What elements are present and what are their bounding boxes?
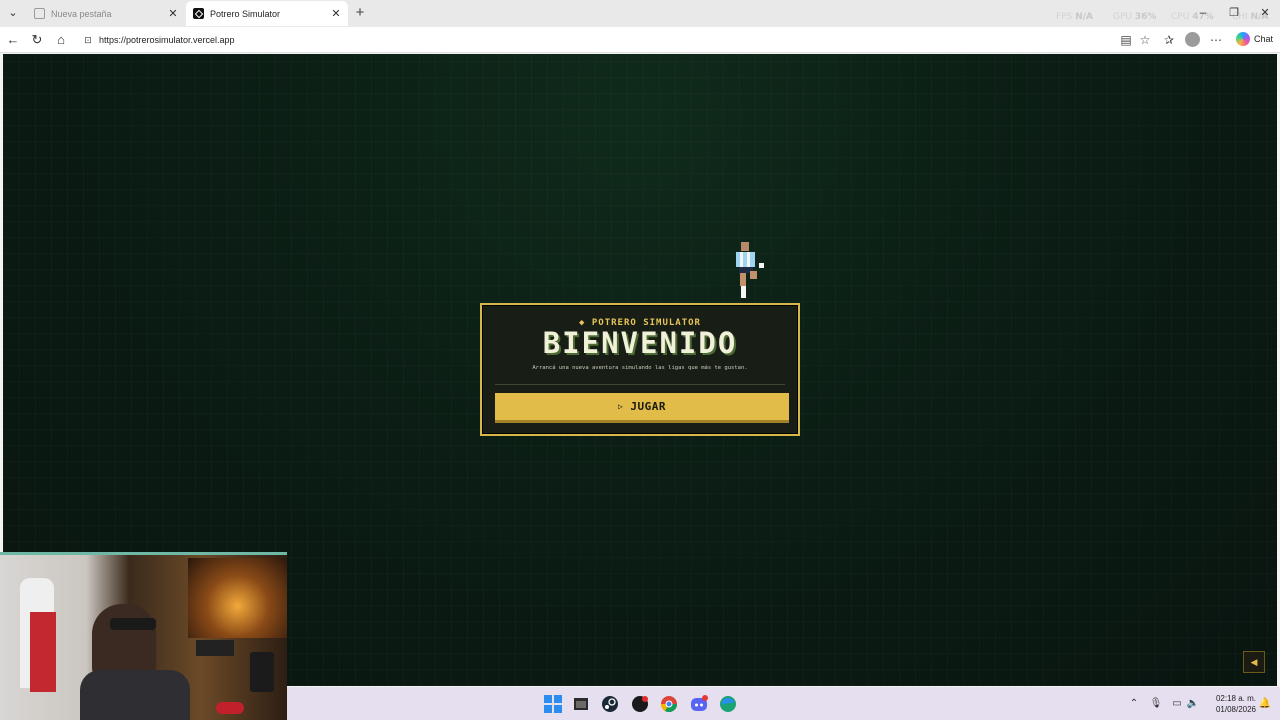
welcome-subtitle: Arrancá una nueva aventura simulando las…: [532, 365, 748, 371]
volume-icon[interactable]: 🔈: [1186, 697, 1200, 711]
tab-new-tab[interactable]: Nueva pestaña ✕: [27, 1, 185, 26]
favorites-icon[interactable]: ✰: [1161, 32, 1177, 48]
tab-strip: ⌄ Nueva pestaña ✕ Potrero Simulator ✕ + …: [0, 0, 1280, 27]
webcam-overlay: [0, 552, 287, 720]
home-button[interactable]: ⌂: [52, 31, 70, 49]
game-app-icon[interactable]: [631, 695, 649, 713]
play-icon: ▷: [618, 402, 624, 411]
fps-readout: FPS N/A: [1056, 12, 1093, 22]
play-button-label: JUGAR: [630, 400, 666, 413]
chat-button[interactable]: Chat: [1254, 34, 1273, 44]
windows-taskbar: ⌃ 🎙 ▭ 🔈 02:18 a. m. 01/08/2026 🔔: [287, 687, 1280, 720]
copilot-icon[interactable]: [1236, 32, 1250, 46]
microphone-icon[interactable]: 🎙: [1149, 697, 1163, 711]
steam-icon[interactable]: [601, 695, 619, 713]
welcome-title: BIENVENIDO: [542, 326, 738, 360]
page-icon: [34, 8, 45, 19]
windows-start-icon[interactable]: [544, 695, 562, 713]
close-window-button[interactable]: ✕: [1258, 5, 1272, 21]
favorite-star-icon[interactable]: ☆: [1137, 32, 1153, 48]
notifications-icon[interactable]: 🔔: [1258, 697, 1272, 711]
discord-icon[interactable]: [690, 695, 708, 713]
system-clock[interactable]: 02:18 a. m. 01/08/2026: [1204, 693, 1256, 715]
more-menu-icon[interactable]: ⋯: [1208, 32, 1224, 48]
chrome-icon[interactable]: [660, 695, 678, 713]
close-icon[interactable]: ✕: [329, 7, 343, 20]
restore-button[interactable]: ❐: [1227, 5, 1241, 21]
tray-overflow-icon[interactable]: ⌃: [1127, 697, 1141, 711]
clock-time: 02:18 a. m.: [1215, 694, 1256, 703]
close-icon[interactable]: ✕: [166, 7, 180, 20]
tab-title: Nueva pestaña: [51, 8, 112, 19]
url-text: https://potrerosimulator.vercel.app: [99, 35, 235, 45]
site-favicon-icon: [193, 8, 204, 19]
tab-list-button[interactable]: ⌄: [4, 5, 22, 22]
site-info-icon[interactable]: ⊡: [83, 34, 93, 46]
edge-icon[interactable]: [719, 695, 737, 713]
welcome-card: ◆ POTRERO SIMULATOR BIENVENIDO Arrancá u…: [480, 303, 800, 436]
divider: [495, 384, 785, 385]
browser-toolbar: ← ↻ ⌂ ⊡ https://potrerosimulator.vercel.…: [0, 27, 1280, 53]
network-icon[interactable]: ▭: [1170, 697, 1184, 711]
reload-button[interactable]: ↻: [28, 31, 46, 49]
tab-title: Potrero Simulator: [210, 8, 281, 19]
pixel-player-sprite: [733, 240, 769, 300]
new-tab-button[interactable]: +: [352, 4, 368, 22]
sound-toggle-button[interactable]: ◀: [1243, 651, 1265, 673]
file-explorer-icon[interactable]: [572, 695, 590, 713]
clock-date: 01/08/2026: [1215, 705, 1256, 714]
minimize-button[interactable]: –: [1196, 5, 1210, 21]
tab-potrero-simulator[interactable]: Potrero Simulator ✕: [186, 1, 348, 26]
profile-avatar-icon[interactable]: [1185, 32, 1200, 47]
reader-mode-icon[interactable]: ▤: [1118, 32, 1134, 48]
back-button[interactable]: ←: [4, 31, 22, 49]
address-bar[interactable]: ⊡ https://potrerosimulator.vercel.app: [78, 30, 1108, 50]
play-button[interactable]: ▷ JUGAR: [495, 393, 789, 423]
gpu-readout: GPU 36%: [1113, 12, 1157, 22]
